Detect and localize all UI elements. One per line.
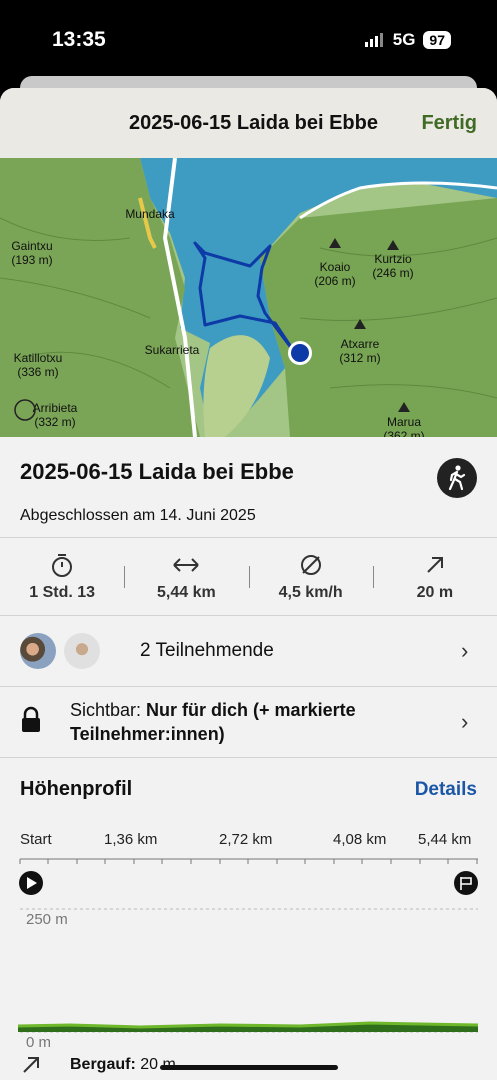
km-tick-label: Start [20, 831, 52, 848]
avatar [20, 633, 56, 669]
status-bar: 13:35 5G 97 [0, 0, 497, 78]
chevron-right-icon: › [461, 709, 469, 734]
ascent-arrow-icon [427, 556, 443, 573]
bergauf-label: Bergauf: [70, 1056, 136, 1073]
status-indicators: 5G 97 [364, 30, 451, 50]
map-label-sukarrieta: Sukarrieta [145, 343, 200, 357]
map-label-kurtzio-alt: (246 m) [372, 266, 413, 280]
stat-speed: 4,5 km/h [248, 552, 373, 602]
elevation-title: Höhenprofil [20, 778, 133, 800]
km-tick-label: 2,72 km [219, 831, 273, 848]
stat-distance-value: 5,44 km [157, 583, 216, 601]
stats-row: 1 Std. 13 5,44 km 4,5 km/h 20 m [0, 538, 497, 615]
map-label-atxarre: Atxarre [341, 337, 380, 351]
y-label-bottom: 0 m [26, 1034, 52, 1051]
elevation-profile: Start 1,36 km 2,72 km 4,08 km 5,44 km 25… [0, 831, 497, 1080]
current-position-icon [291, 344, 309, 362]
stat-ascent-value: 20 m [416, 583, 454, 601]
visibility-text: Sichtbar: Nur für dich (+ markierte Teil… [70, 698, 461, 746]
lock-icon [22, 706, 40, 732]
map-label-koaio: Koaio [320, 260, 351, 274]
done-button[interactable]: Fertig [421, 112, 477, 135]
status-time: 13:35 [52, 28, 106, 51]
map-label-gaintxu-alt: (193 m) [11, 253, 52, 267]
map-label-arribieta-alt: (332 m) [34, 415, 75, 429]
distance-icon [173, 557, 200, 572]
map-label-koaio-alt: (206 m) [314, 274, 355, 288]
east-forest [260, 198, 497, 437]
map-label-gaintxu: Gaintxu [11, 239, 52, 253]
avatar [64, 633, 100, 669]
participants-label: 2 Teilnehmende [140, 640, 274, 661]
map-label-kurtzio: Kurtzio [374, 252, 412, 266]
details-link[interactable]: Details [415, 779, 477, 801]
km-axis-ticks [19, 859, 478, 864]
participants-row[interactable]: 2 Teilnehmende › [0, 616, 497, 686]
tour-subtitle: Abgeschlossen am 14. Juni 2025 [20, 507, 256, 524]
stat-duration-value: 1 Std. 13 [29, 583, 96, 601]
start-flag-icon [19, 871, 43, 895]
y-label-top: 250 m [26, 911, 68, 928]
average-icon [300, 554, 321, 575]
visibility-row[interactable]: Sichtbar: Nur für dich (+ markierte Teil… [0, 687, 497, 757]
map-label-katillotxu-alt: (336 m) [17, 365, 58, 379]
map-label-katillotxu: Katillotxu [14, 351, 63, 365]
stat-speed-value: 4,5 km/h [278, 583, 343, 601]
map-label-mundaka: Mundaka [125, 207, 175, 221]
map-label-arribieta: Arribieta [33, 401, 78, 415]
signal-icon [364, 33, 383, 47]
stopwatch-icon [52, 553, 73, 577]
stat-distance: 5,44 km [124, 552, 248, 602]
chevron-right-icon: › [461, 638, 469, 663]
stat-duration: 1 Std. 13 [0, 552, 124, 602]
km-tick-label: 1,36 km [104, 831, 158, 848]
km-tick-label: 4,08 km [333, 831, 387, 848]
nav-bar: 2025-06-15 Laida bei Ebbe Fertig [0, 88, 497, 158]
visibility-prefix: Sichtbar: [70, 700, 147, 720]
map-label-atxarre-alt: (312 m) [339, 351, 380, 365]
ascent-summary: Bergauf: 20 m [20, 1054, 176, 1076]
network-label: 5G [392, 30, 416, 49]
ascent-arrow-icon [23, 1057, 39, 1073]
km-tick-label: 5,44 km [418, 831, 472, 848]
finish-flag-icon [454, 871, 478, 895]
tour-title: 2025-06-15 Laida bei Ebbe [20, 459, 294, 484]
map-label-marua: Marua [387, 415, 421, 429]
map-label-marua-alt: (362 m) [383, 429, 424, 437]
stat-ascent: 20 m [372, 552, 497, 602]
home-indicator[interactable] [160, 1065, 338, 1070]
map-view[interactable]: Mundaka Gaintxu (193 m) Koaio (206 m) Ku… [0, 158, 497, 437]
hiking-icon[interactable] [437, 458, 477, 498]
tour-sheet: 2025-06-15 Laida bei Ebbe Fertig Mundaka… [0, 88, 497, 1080]
battery-icon: 97 [423, 31, 451, 49]
